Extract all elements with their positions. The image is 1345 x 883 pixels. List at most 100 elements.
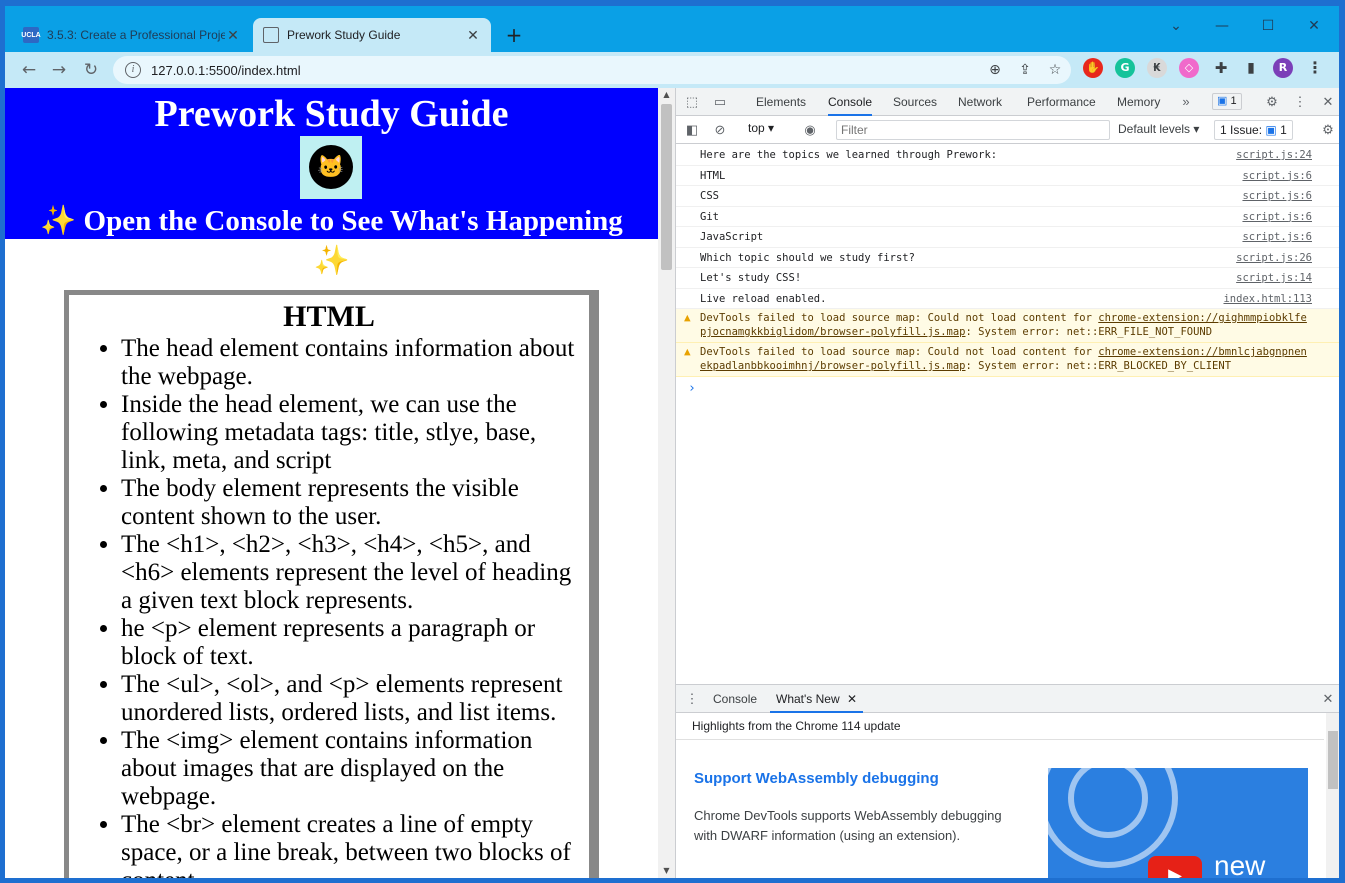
forward-arrow-icon[interactable]: → — [47, 58, 71, 82]
log-entry: CSS script.js:6 — [676, 186, 1339, 207]
drawer-scrollbar[interactable] — [1326, 713, 1339, 878]
context-select[interactable]: top ▾ — [748, 121, 774, 135]
log-source-link[interactable]: script.js:6 — [1242, 189, 1312, 203]
tab-elements[interactable]: Elements — [756, 88, 806, 116]
tab-sources[interactable]: Sources — [893, 88, 937, 116]
dropdown-caret-icon: ▾ — [768, 121, 775, 135]
issues-button[interactable]: 1 Issue: ▣ 1 — [1214, 120, 1293, 140]
extension-icon[interactable]: ◇ — [1179, 58, 1199, 78]
grammarly-extension-icon[interactable]: G — [1115, 58, 1135, 78]
news-item-body: Chrome DevTools supports WebAssembly deb… — [694, 808, 1002, 843]
inspect-element-icon[interactable]: ⬚ — [682, 92, 702, 112]
puzzle-extensions-icon[interactable]: ✚ — [1211, 58, 1231, 78]
log-source-link[interactable]: script.js:6 — [1242, 230, 1312, 244]
drawer-tab-console[interactable]: Console — [713, 685, 757, 713]
tab-performance[interactable]: Performance — [1027, 88, 1096, 116]
warning-text: DevTools failed to load source map: Coul… — [700, 312, 1099, 324]
scroll-up-arrow-icon[interactable]: ▲ — [658, 88, 675, 102]
browser-window: UCLA 3.5.3: Create a Professional Proje … — [5, 6, 1339, 878]
prompt-chevron-icon: › — [688, 381, 696, 396]
whats-new-content: Support WebAssembly debugging Chrome Dev… — [676, 739, 1324, 878]
log-source-link[interactable]: script.js:26 — [1236, 251, 1312, 265]
clear-console-icon[interactable]: ⊘ — [710, 120, 730, 140]
scrollbar-thumb[interactable] — [1328, 731, 1338, 789]
tab-console[interactable]: Console — [828, 88, 873, 116]
log-entry: Here are the topics we learned through P… — [676, 145, 1339, 166]
maximize-button[interactable]: ☐ — [1245, 12, 1291, 40]
devtools-menu-icon[interactable]: ⋮ — [1290, 92, 1310, 112]
log-source-link[interactable]: script.js:24 — [1236, 148, 1312, 162]
scrollbar-thumb[interactable] — [661, 104, 672, 270]
reload-icon[interactable]: ↻ — [79, 58, 103, 82]
adblock-extension-icon[interactable]: ✋ — [1083, 58, 1103, 78]
share-icon[interactable]: ⇪ — [1013, 58, 1037, 82]
side-panel-icon[interactable]: ▮ — [1241, 58, 1261, 78]
log-source-link[interactable]: script.js:14 — [1236, 271, 1312, 285]
kebab-menu-icon[interactable]: ⋮ — [1305, 58, 1325, 78]
sidebar-toggle-icon[interactable]: ◧ — [682, 120, 702, 140]
list-item: The <img> element contains information a… — [121, 727, 587, 811]
close-tab-icon[interactable]: ✕ — [465, 27, 481, 44]
context-value: top — [748, 121, 765, 135]
card-heading: HTML — [283, 300, 375, 333]
console-settings-gear-icon[interactable]: ⚙ — [1318, 120, 1338, 140]
page-header: Prework Study Guide 🐱 ✨ Open the Console… — [5, 88, 658, 239]
close-devtools-icon[interactable]: ✕ — [1318, 92, 1338, 112]
highlights-heading: Highlights from the Chrome 114 update — [692, 719, 901, 733]
log-levels-dropdown[interactable]: Default levels ▾ — [1118, 122, 1199, 136]
console-prompt[interactable]: › — [676, 377, 1339, 396]
list-item: he <p> element represents a paragraph or… — [121, 615, 587, 671]
more-tabs-chevron-icon[interactable]: » — [1176, 92, 1196, 112]
close-tab-icon[interactable]: ✕ — [847, 692, 857, 706]
log-text: CSS — [700, 190, 719, 202]
log-text: JavaScript — [700, 231, 764, 243]
log-source-link[interactable]: index.html:113 — [1223, 292, 1312, 306]
warning-entry: ▲ DevTools failed to load source map: Cou… — [676, 309, 1339, 343]
issues-badge[interactable]: ▣ 1 — [1212, 93, 1242, 110]
scroll-down-arrow-icon[interactable]: ▼ — [658, 864, 675, 878]
tab-strip: UCLA 3.5.3: Create a Professional Proje … — [5, 6, 1339, 52]
extension-icon[interactable]: ₭ — [1147, 58, 1167, 78]
news-video-thumbnail[interactable]: ▶ new — [1048, 768, 1308, 878]
close-tab-icon[interactable]: ✕ — [225, 27, 241, 44]
log-source-link[interactable]: script.js:6 — [1242, 169, 1312, 183]
tab-title: 3.5.3: Create a Professional Proje — [47, 28, 225, 42]
live-expression-eye-icon[interactable]: ◉ — [800, 120, 820, 140]
new-tab-button[interactable]: + — [502, 24, 526, 48]
tab-memory[interactable]: Memory — [1117, 88, 1160, 116]
tab-prework-study-guide[interactable]: Prework Study Guide ✕ — [253, 18, 491, 52]
news-item-title[interactable]: Support WebAssembly debugging — [694, 770, 939, 787]
back-arrow-icon[interactable]: ← — [17, 58, 41, 82]
log-source-link[interactable]: script.js:6 — [1242, 210, 1312, 224]
warning-suffix: : System error: net::ERR_FILE_NOT_FOUND — [965, 326, 1213, 338]
warning-text: DevTools failed to load source map: Coul… — [700, 346, 1099, 358]
log-text: Live reload enabled. — [700, 292, 827, 305]
drawer-menu-icon[interactable]: ⋮ — [682, 689, 702, 709]
console-filter-input[interactable] — [836, 120, 1110, 140]
site-info-icon[interactable]: i — [125, 62, 141, 78]
html-topic-card: HTML The head element contains informati… — [64, 290, 599, 878]
log-text: Let's study CSS! — [700, 272, 802, 284]
zoom-icon[interactable]: ⊕ — [983, 58, 1007, 82]
tab-network[interactable]: Network — [958, 88, 1002, 116]
issues-badge-count: 1 — [1230, 95, 1237, 107]
page-scrollbar[interactable]: ▲ ▼ — [658, 88, 675, 878]
youtube-play-icon[interactable]: ▶ — [1148, 856, 1202, 878]
issues-count: 1 — [1280, 123, 1287, 137]
url-text[interactable]: 127.0.0.1:5500/index.html — [151, 63, 301, 78]
close-drawer-icon[interactable]: ✕ — [1318, 689, 1338, 709]
tab-search-icon[interactable]: ⌄ — [1153, 12, 1199, 40]
log-entry: HTML script.js:6 — [676, 166, 1339, 186]
message-icon: ▣ — [1217, 95, 1228, 107]
tab-ucla-project[interactable]: UCLA 3.5.3: Create a Professional Proje … — [13, 18, 251, 52]
close-window-button[interactable]: ✕ — [1291, 12, 1337, 40]
address-bar[interactable]: i 127.0.0.1:5500/index.html ⊕ ⇪ ☆ — [113, 56, 1071, 84]
bookmark-star-icon[interactable]: ☆ — [1043, 58, 1067, 82]
device-toolbar-icon[interactable]: ▭ — [710, 92, 730, 112]
profile-avatar[interactable]: R — [1273, 58, 1293, 78]
drawer-tab-whats-new[interactable]: What's New ✕ — [770, 685, 864, 713]
minimize-button[interactable]: — — [1199, 12, 1245, 40]
log-entry: Live reload enabled. index.html:113 — [676, 289, 1339, 309]
settings-gear-icon[interactable]: ⚙ — [1262, 92, 1282, 112]
log-text: HTML — [700, 169, 726, 182]
